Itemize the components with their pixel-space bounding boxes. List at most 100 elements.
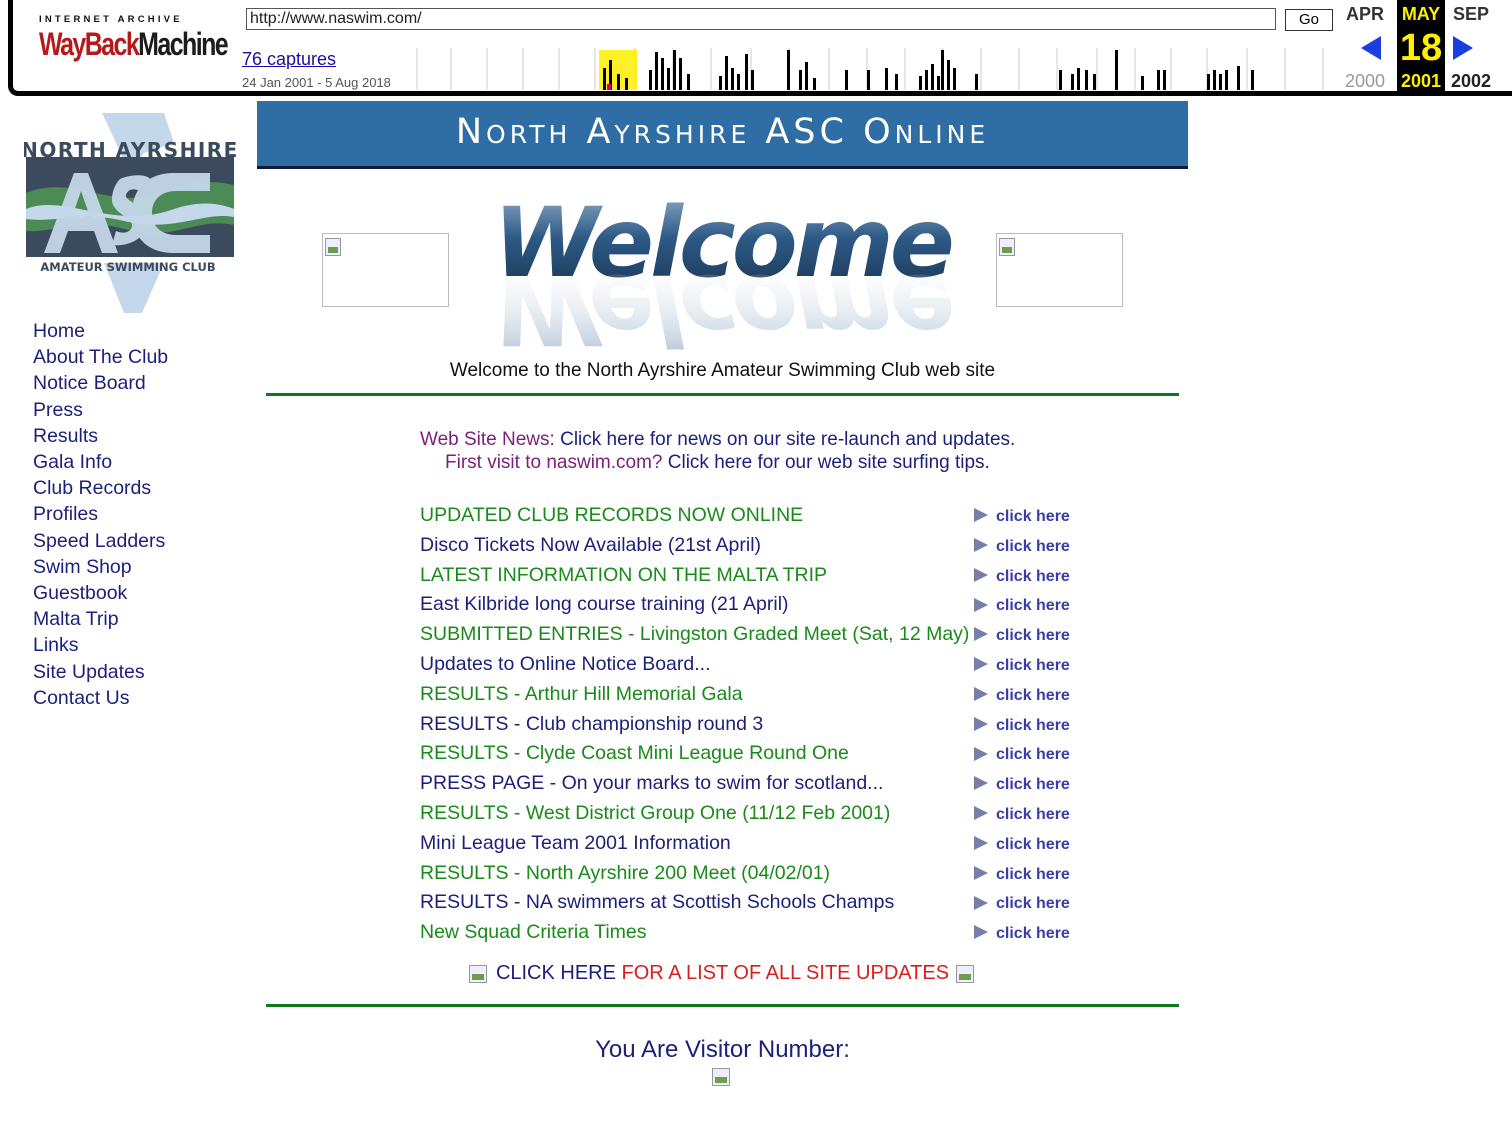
sidebar-nav: Home About The Club Notice Board Press R… <box>33 318 168 711</box>
update-item: East Kilbride long course training (21 A… <box>420 593 789 616</box>
prev-year-label: 2000 <box>1344 71 1386 91</box>
arrow-right-icon <box>974 716 988 731</box>
sidebar-item-site-updates[interactable]: Site Updates <box>33 659 168 685</box>
click-here-label: click here <box>996 925 1070 943</box>
update-item: RESULTS - Arthur Hill Memorial Gala <box>420 682 743 705</box>
click-here-label: click here <box>996 537 1070 555</box>
current-month-label: MAY <box>1401 4 1441 24</box>
click-here-link[interactable]: click here <box>974 866 1070 884</box>
update-item: Mini League Team 2001 Information <box>420 831 731 854</box>
wordmark-wayback: WayBack <box>39 26 140 62</box>
next-capture-arrow-icon[interactable] <box>1453 36 1473 60</box>
news-relaunch-link[interactable]: Click here for news on our site re-launc… <box>560 429 1015 450</box>
arrow-right-icon <box>974 657 988 672</box>
click-here-link[interactable]: click here <box>974 627 1070 645</box>
click-here-label: click here <box>996 746 1070 764</box>
sidebar-item-press[interactable]: Press <box>33 397 168 423</box>
click-here-link[interactable]: click here <box>974 597 1070 615</box>
calendar-prev-month[interactable]: APR 2000 <box>1339 0 1391 91</box>
click-here-label: click here <box>996 895 1070 913</box>
arrow-right-icon <box>974 746 988 761</box>
all-updates-text[interactable]: FOR A LIST OF ALL SITE UPDATES <box>616 962 950 984</box>
sidebar-item-home[interactable]: Home <box>33 318 168 344</box>
broken-image-icon <box>468 963 490 985</box>
update-item: RESULTS - West District Group One (11/12… <box>420 802 891 824</box>
arrow-right-icon <box>974 865 988 880</box>
captures-link[interactable]: 76 captures <box>242 49 336 70</box>
arrow-right-icon <box>974 806 988 821</box>
broken-image-icon <box>325 238 341 256</box>
surfing-tips-link[interactable]: Click here for our web site surfing tips… <box>668 452 990 473</box>
click-here-link[interactable]: click here <box>974 776 1070 794</box>
click-here-link[interactable]: click here <box>974 895 1070 913</box>
click-here-label: click here <box>996 657 1070 674</box>
click-here-link[interactable]: click here <box>974 925 1070 943</box>
update-item: New Squad Criteria Times <box>420 921 647 944</box>
current-year-label: 2001 <box>1400 71 1442 91</box>
click-here-link[interactable]: click here <box>974 538 1070 556</box>
click-here-link[interactable]: click here <box>974 746 1070 764</box>
arrow-right-icon <box>974 895 988 910</box>
sidebar-item-swim-shop[interactable]: Swim Shop <box>33 554 168 580</box>
update-item: LATEST INFORMATION ON THE MALTA TRIP <box>420 563 828 586</box>
all-updates-link[interactable]: CLICK HERE FOR A LIST OF ALL SITE UPDATE… <box>257 962 1188 985</box>
click-here-link[interactable]: click here <box>974 836 1070 854</box>
update-item: RESULTS - Clyde Coast Mini League Round … <box>420 742 849 765</box>
click-here-label: click here <box>996 597 1070 615</box>
click-here-label: click here <box>996 627 1070 645</box>
sidebar-item-speed-ladders[interactable]: Speed Ladders <box>33 528 168 554</box>
welcome-message: Welcome to the North Ayrshire Amateur Sw… <box>449 360 996 381</box>
click-here-label: click here <box>996 567 1070 585</box>
wayback-toolbar: INTERNET ARCHIVE WayBackMachine http://w… <box>8 0 1512 96</box>
arrow-right-icon <box>974 925 988 940</box>
sidebar-item-contact-us[interactable]: Contact Us <box>33 685 168 711</box>
sidebar-item-notice-board[interactable]: Notice Board <box>33 370 168 396</box>
update-item: SUBMITTED ENTRIES - Livingston Graded Me… <box>420 623 970 646</box>
click-here-label: click here <box>996 716 1070 734</box>
club-logo[interactable]: NORTH AYRSHIRE AMATEUR SWIMMING CLUB <box>24 113 236 316</box>
wayback-logo[interactable]: INTERNET ARCHIVE WayBackMachine <box>39 14 229 78</box>
sidebar-item-profiles[interactable]: Profiles <box>33 501 168 527</box>
welcome-graphic: Welcome Welcome <box>493 187 956 350</box>
news-label: Web Site News: <box>420 429 561 450</box>
wayback-url-input[interactable]: http://www.naswim.com/ <box>246 8 1276 30</box>
wayback-logo-top: INTERNET ARCHIVE <box>39 14 183 25</box>
broken-image-left <box>322 233 449 307</box>
click-here-link[interactable]: click here <box>974 657 1070 675</box>
sidebar-item-about-the-club[interactable]: About The Club <box>33 344 168 370</box>
sidebar-item-malta-trip[interactable]: Malta Trip <box>33 606 168 632</box>
calendar-current: MAY 18 2001 <box>1397 0 1445 92</box>
calendar-next-month[interactable]: SEP 2002 <box>1445 0 1497 91</box>
update-item: PRESS PAGE - On your marks to swim for s… <box>420 772 884 795</box>
update-item: RESULTS - North Ayrshire 200 Meet (04/02… <box>420 861 831 884</box>
click-here-label: click here <box>996 508 1070 525</box>
click-here-link[interactable]: click here <box>974 717 1070 735</box>
sidebar-item-club-records[interactable]: Club Records <box>33 475 168 501</box>
wayback-logo-wordmark: WayBackMachine <box>39 26 229 62</box>
click-here-link[interactable]: click here <box>974 806 1070 824</box>
all-updates-click-here[interactable]: CLICK HERE <box>496 962 616 984</box>
capture-sparkline[interactable] <box>411 40 1339 92</box>
update-item: Disco Tickets Now Available (21st April) <box>420 533 762 556</box>
broken-image-right <box>996 233 1123 307</box>
click-here-link[interactable]: click here <box>974 508 1070 526</box>
divider-top <box>266 393 1179 396</box>
site-banner: North Ayrshire ASC Online <box>257 101 1188 169</box>
click-here-label: click here <box>996 865 1070 883</box>
welcome-reflection-text: Welcome <box>493 253 952 350</box>
arrow-right-icon <box>974 538 988 553</box>
click-here-label: click here <box>996 776 1070 794</box>
sidebar-item-results[interactable]: Results <box>33 423 168 449</box>
sidebar-item-gala-info[interactable]: Gala Info <box>33 449 168 475</box>
arrow-right-icon <box>974 597 988 612</box>
arrow-right-icon <box>974 687 988 702</box>
next-year-label: 2002 <box>1450 71 1492 91</box>
prev-capture-arrow-icon[interactable] <box>1361 36 1381 60</box>
club-logo-top-text: NORTH AYRSHIRE <box>24 138 236 162</box>
go-button[interactable]: Go <box>1285 9 1333 31</box>
click-here-link[interactable]: click here <box>974 687 1070 705</box>
sidebar-item-guestbook[interactable]: Guestbook <box>33 580 168 606</box>
sidebar-item-links[interactable]: Links <box>33 632 168 658</box>
click-here-link[interactable]: click here <box>974 568 1070 586</box>
club-logo-bottom-text: AMATEUR SWIMMING CLUB <box>40 260 215 274</box>
